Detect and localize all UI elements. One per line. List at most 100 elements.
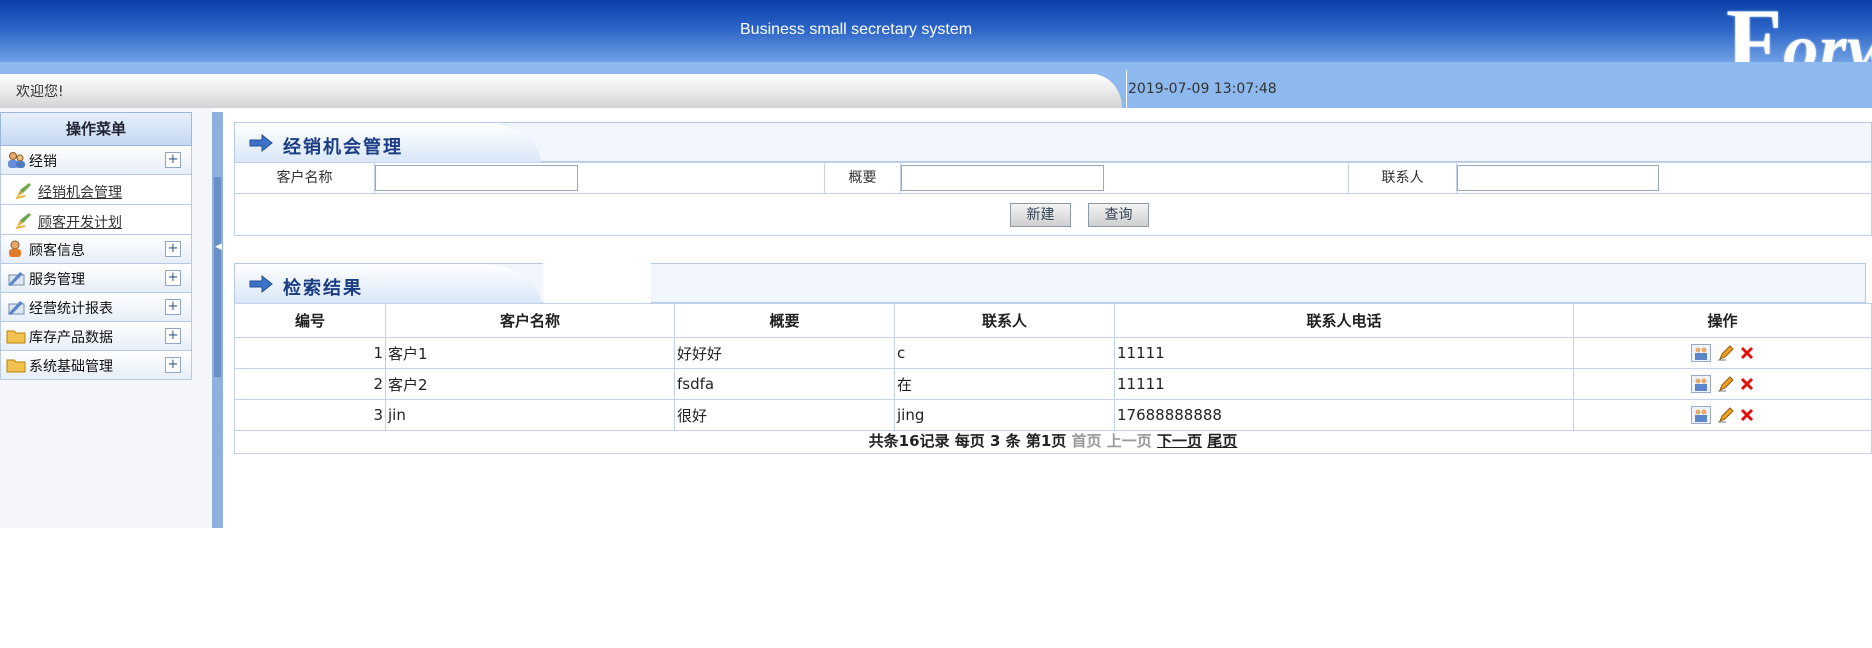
edit-pencil-icon[interactable] — [1717, 376, 1734, 392]
pager-summary: 共条16记录 每页 3 条 第1页 — [868, 432, 1067, 450]
first-page-link: 首页 — [1071, 432, 1102, 450]
table-header-row: 编号 客户名称 概要 联系人 联系人电话 操作 — [234, 303, 1872, 338]
action-bar: 新建 查询 — [234, 194, 1872, 236]
edit-pencil-icon[interactable] — [1717, 407, 1734, 423]
search-form: 客户名称 概要 联系人 — [234, 162, 1872, 194]
menu-title: 操作菜单 — [0, 112, 192, 146]
brand-logo: Forwar — [1726, 0, 1872, 62]
delete-x-icon[interactable] — [1740, 408, 1754, 422]
assign-people-icon[interactable] — [1690, 344, 1711, 363]
welcome-area — [0, 74, 1122, 108]
table-row: 1 客户1 好好好 c 11111 — [234, 337, 1872, 369]
sidebar-group-label: 库存产品数据 — [29, 330, 113, 346]
group-people-icon — [8, 152, 25, 168]
app-header: Business small secretary system Forwar — [0, 0, 1872, 62]
pencil-pen-icon — [15, 213, 31, 229]
delete-x-icon[interactable] — [1740, 346, 1754, 360]
cell-phone: 11111 — [1114, 337, 1574, 369]
cell-id: 2 — [234, 368, 386, 400]
expand-icon[interactable]: + — [165, 328, 181, 344]
folder-icon — [6, 359, 26, 373]
column-header: 联系人电话 — [1114, 303, 1574, 338]
cell-phone: 11111 — [1114, 368, 1574, 400]
query-button[interactable]: 查询 — [1088, 203, 1149, 227]
column-header: 概要 — [674, 303, 895, 338]
cell-actions — [1573, 368, 1872, 400]
expand-icon[interactable]: + — [165, 241, 181, 257]
column-header: 编号 — [234, 303, 386, 338]
panel-title: 经销机会管理 — [283, 137, 403, 158]
contact-input[interactable] — [1457, 165, 1659, 191]
welcome-text: 欢迎您! — [16, 84, 64, 100]
cell-contact: 在 — [894, 368, 1115, 400]
column-header: 联系人 — [894, 303, 1115, 338]
pencil-pen-icon — [15, 183, 31, 199]
results-table: 编号 客户名称 概要 联系人 联系人电话 操作 1 客户1 好好好 c 1111… — [234, 303, 1872, 431]
sidebar-item-customer-plan[interactable]: 顾客开发计划 — [0, 205, 192, 235]
sidebar-item-sales-opportunity[interactable]: 经销机会管理 — [0, 175, 192, 205]
report-pen-icon — [8, 301, 25, 315]
cell-id: 1 — [234, 337, 386, 369]
panel-title: 检索结果 — [283, 278, 363, 299]
sidebar-menu: 操作菜单 经销 + 经销机会管理 顾客开发计划 顾客信息 + 服务管理 + 经营… — [0, 108, 212, 528]
cell-phone: 17688888888 — [1114, 399, 1574, 431]
header-gap — [543, 263, 651, 303]
results-panel-header: 检索结果 — [234, 263, 1866, 303]
table-row: 2 客户2 fsdfa 在 11111 — [234, 368, 1872, 400]
column-header: 操作 — [1573, 303, 1872, 338]
sidebar-group-label: 系统基础管理 — [29, 359, 113, 375]
table-row: 3 jin 很好 jing 17688888888 — [234, 399, 1872, 431]
folder-icon — [6, 330, 26, 344]
cell-customer: 客户2 — [385, 368, 675, 400]
new-button[interactable]: 新建 — [1010, 203, 1071, 227]
status-bar: 欢迎您! 2019-07-09 13:07:48 — [0, 62, 1872, 108]
assign-people-icon[interactable] — [1690, 375, 1711, 394]
cell-contact: jing — [894, 399, 1115, 431]
edit-pencil-icon[interactable] — [1717, 345, 1734, 361]
divider — [1126, 70, 1127, 108]
cell-customer: jin — [385, 399, 675, 431]
expand-icon[interactable]: + — [165, 152, 181, 168]
sidebar-group-service[interactable]: 服务管理 + — [0, 264, 192, 293]
sidebar-group-system[interactable]: 系统基础管理 + — [0, 351, 192, 380]
collapse-handle[interactable]: ◀ — [214, 177, 222, 377]
column-header: 客户名称 — [385, 303, 675, 338]
next-page-link[interactable]: 下一页 — [1157, 432, 1202, 450]
field-label: 联系人 — [1349, 163, 1457, 193]
sidebar-group-label: 经销 — [29, 154, 57, 170]
sidebar-group-sales[interactable]: 经销 + — [0, 146, 192, 175]
app-title: Business small secretary system — [740, 21, 973, 38]
panel-tab — [235, 264, 541, 303]
chevron-left-icon: ◀ — [215, 242, 222, 252]
cell-actions — [1573, 337, 1872, 369]
prev-page-link: 上一页 — [1106, 432, 1152, 450]
cell-customer: 客户1 — [385, 337, 675, 369]
cell-contact: c — [894, 337, 1115, 369]
cell-id: 3 — [234, 399, 386, 431]
expand-icon[interactable]: + — [165, 299, 181, 315]
sidebar-group-reports[interactable]: 经营统计报表 + — [0, 293, 192, 322]
sidebar-group-customer-info[interactable]: 顾客信息 + — [0, 235, 192, 264]
sidebar-item-label[interactable]: 经销机会管理 — [38, 182, 122, 202]
search-panel-header: 经销机会管理 — [234, 122, 1872, 162]
last-page-link[interactable]: 尾页 — [1207, 432, 1237, 450]
pagination: 共条16记录 每页 3 条 第1页 首页 上一页 下一页 尾页 — [234, 430, 1872, 454]
form-cell — [235, 163, 1349, 193]
assign-people-icon[interactable] — [1690, 406, 1711, 425]
cell-summary: 很好 — [674, 399, 895, 431]
sidebar-group-label: 经营统计报表 — [29, 301, 113, 317]
arrow-right-icon — [249, 134, 273, 152]
expand-icon[interactable]: + — [165, 270, 181, 286]
sidebar-item-label[interactable]: 顾客开发计划 — [38, 212, 122, 232]
sidebar-group-label: 顾客信息 — [29, 243, 85, 259]
cell-summary: fsdfa — [674, 368, 895, 400]
customer-icon — [9, 240, 21, 257]
current-datetime: 2019-07-09 13:07:48 — [1128, 81, 1277, 97]
delete-x-icon[interactable] — [1740, 377, 1754, 391]
service-pen-icon — [8, 272, 25, 286]
sidebar-group-label: 服务管理 — [29, 272, 85, 288]
sidebar-splitter[interactable]: ◀ — [212, 112, 223, 528]
sidebar-group-inventory[interactable]: 库存产品数据 + — [0, 322, 192, 351]
expand-icon[interactable]: + — [165, 357, 181, 373]
cell-actions — [1573, 399, 1872, 431]
